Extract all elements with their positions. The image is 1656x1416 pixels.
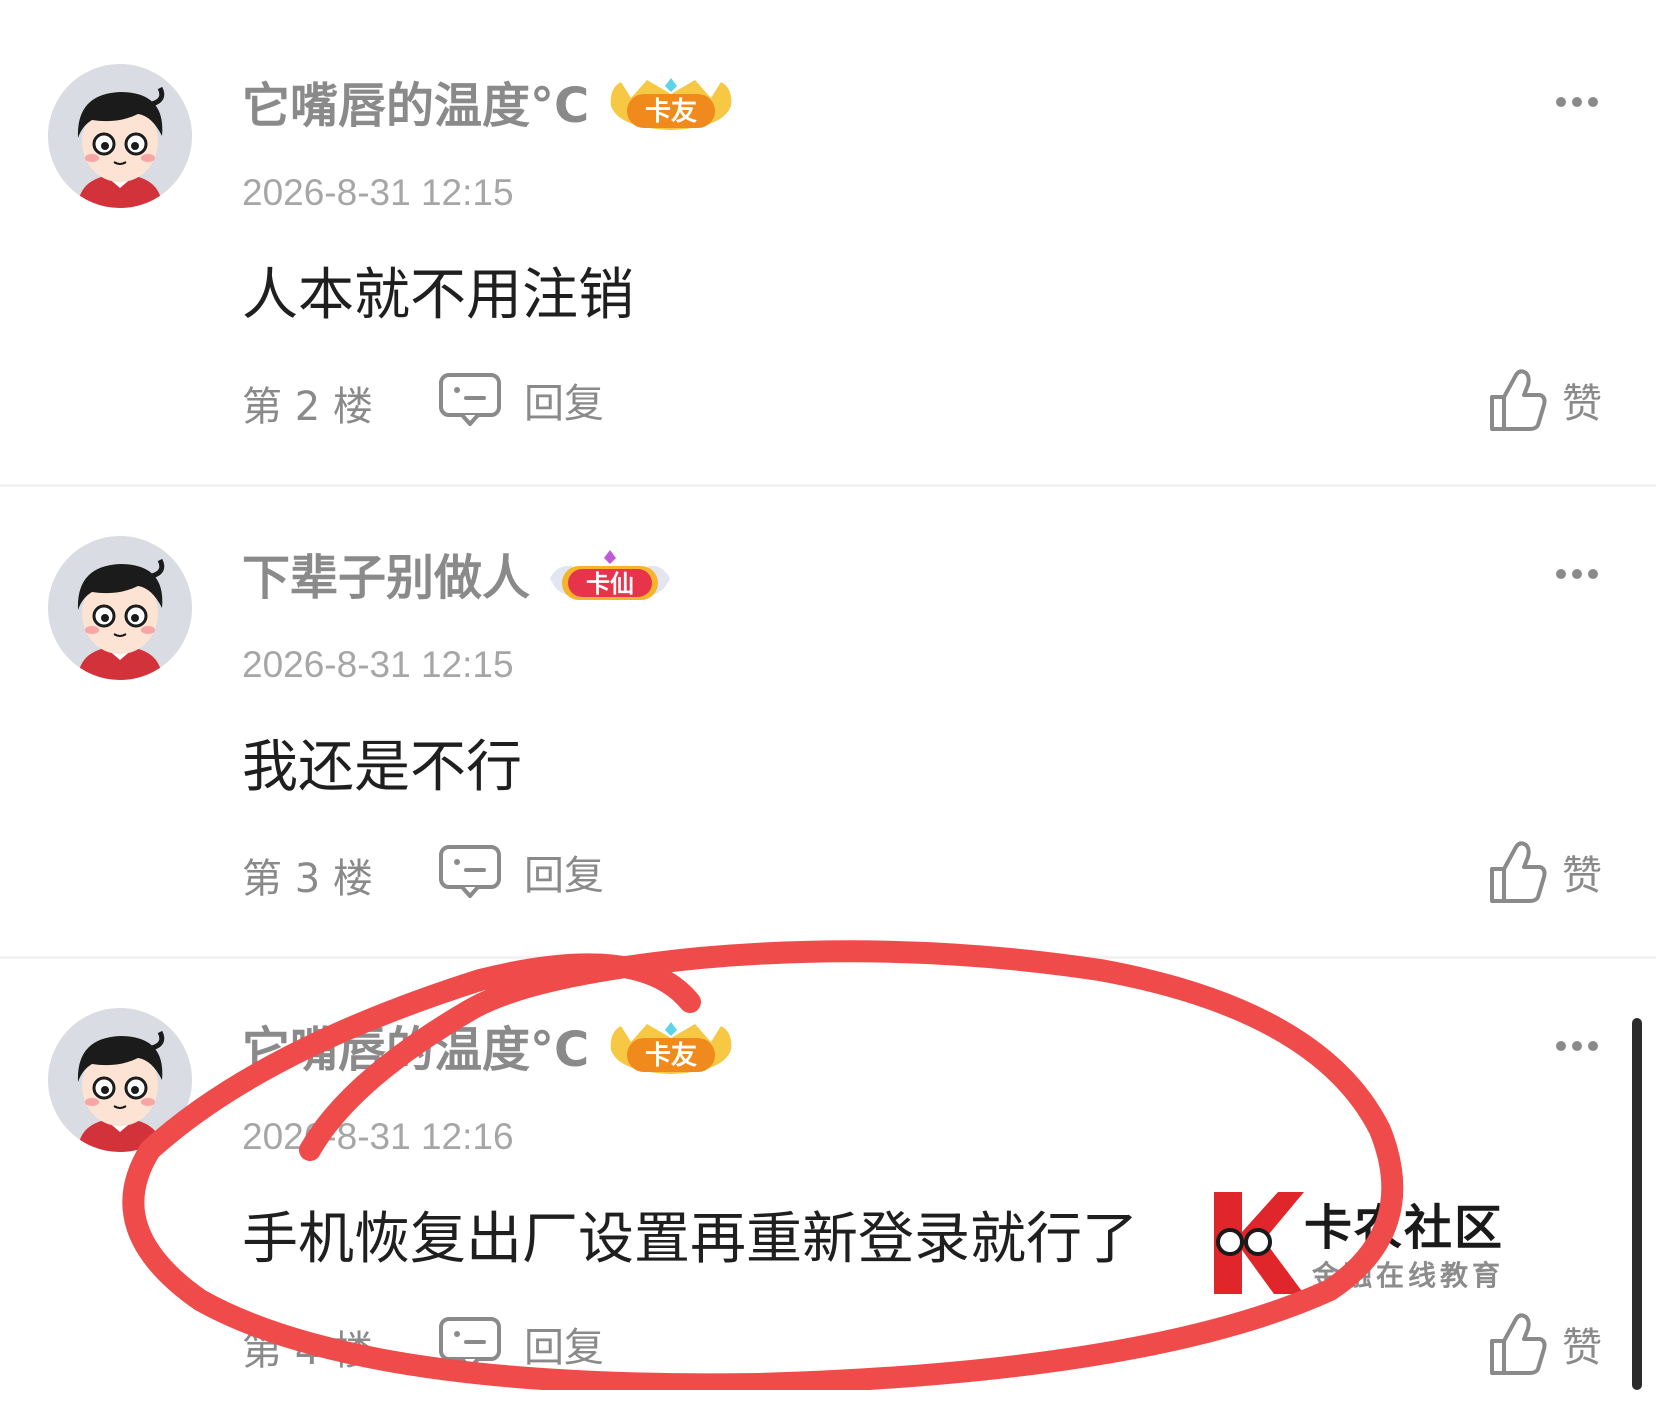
like-label: 赞: [1562, 853, 1602, 899]
more-dots-icon: [1556, 1041, 1598, 1051]
username-text: 它嘴唇的温度°C: [242, 1022, 590, 1078]
thumbs-up-icon: [1490, 369, 1547, 431]
crown-badge-icon: 卡友: [610, 78, 732, 130]
comment-content: 人本就不用注销: [242, 263, 634, 328]
winged-badge-icon: 卡仙: [550, 550, 671, 600]
avatar[interactable]: [48, 64, 192, 208]
like-button[interactable]: 赞: [1486, 1312, 1602, 1376]
avatar[interactable]: [48, 1008, 192, 1152]
comment-bubble-icon: [439, 373, 501, 426]
avatar-cartoon-icon: [48, 1008, 192, 1152]
badge-label: 卡仙: [586, 570, 634, 598]
comment-timestamp: 2026-8-31 12:16: [242, 1116, 514, 1157]
comment-bubble-icon: [439, 1317, 501, 1370]
more-options-button[interactable]: [1554, 94, 1600, 108]
scrollbar[interactable]: [1632, 1018, 1642, 1390]
comment-bubble-icon: [439, 845, 501, 898]
avatar-cartoon-icon: [48, 64, 192, 208]
crown-badge-icon: 卡友: [610, 1022, 732, 1074]
reply-label: 回复: [524, 853, 604, 899]
reply-button[interactable]: 回复: [438, 1314, 604, 1374]
comment-card: 它嘴唇的温度°C 卡友 2026-8-31 12:15 人本就不用注销 第 2 …: [0, 0, 1656, 472]
badge-label: 卡友: [645, 1041, 697, 1071]
like-button[interactable]: 赞: [1486, 840, 1602, 904]
username-text: 下辈子别做人: [242, 550, 531, 606]
username[interactable]: 它嘴唇的温度°C 卡友: [242, 76, 735, 136]
comment-footer: 第 3 楼 回复 赞: [242, 840, 1602, 904]
watermark-title: 卡农社区: [1304, 1200, 1505, 1256]
badge-label: 卡友: [645, 97, 697, 127]
like-label: 赞: [1562, 1325, 1602, 1371]
reply-button[interactable]: 回复: [438, 842, 604, 902]
comment-content: 我还是不行: [242, 735, 522, 800]
more-options-button[interactable]: [1554, 1038, 1600, 1052]
comment-card: 它嘴唇的温度°C 卡友 2026-8-31 12:16 手机恢复出厂设置再重新登…: [0, 944, 1656, 1416]
reply-button[interactable]: 回复: [438, 370, 604, 430]
comment-footer: 第 4 楼 回复 赞: [242, 1312, 1602, 1376]
watermark-logo: 卡农社区 金融在线教育: [1208, 1188, 1538, 1298]
more-dots-icon: [1556, 97, 1598, 107]
like-label: 赞: [1562, 381, 1602, 427]
comment-card: 下辈子别做人 卡仙 2026-8-31 12:15 我还是不行 第 3 楼 回复…: [0, 472, 1656, 944]
comment-timestamp: 2026-8-31 12:15: [242, 172, 514, 213]
comment-timestamp: 2026-8-31 12:15: [242, 644, 514, 685]
username-text: 它嘴唇的温度°C: [242, 78, 590, 134]
k-logo-icon: [1214, 1192, 1304, 1294]
reply-label: 回复: [524, 1325, 604, 1371]
reply-label: 回复: [524, 381, 604, 427]
thumbs-up-icon: [1490, 1313, 1547, 1375]
avatar-cartoon-icon: [48, 536, 192, 680]
avatar[interactable]: [48, 536, 192, 680]
like-button[interactable]: 赞: [1486, 368, 1602, 432]
floor-number: 第 3 楼: [242, 856, 373, 902]
thumbs-up-icon: [1490, 841, 1547, 903]
username[interactable]: 下辈子别做人 卡仙: [242, 548, 672, 608]
username[interactable]: 它嘴唇的温度°C 卡友: [242, 1020, 735, 1080]
comment-content: 手机恢复出厂设置再重新登录就行了: [242, 1207, 1138, 1272]
more-options-button[interactable]: [1554, 566, 1600, 580]
floor-number: 第 4 楼: [242, 1328, 373, 1374]
floor-number: 第 2 楼: [242, 384, 373, 430]
more-dots-icon: [1556, 569, 1598, 579]
comment-footer: 第 2 楼 回复 赞: [242, 368, 1602, 432]
watermark-subtitle: 金融在线教育: [1312, 1259, 1505, 1292]
